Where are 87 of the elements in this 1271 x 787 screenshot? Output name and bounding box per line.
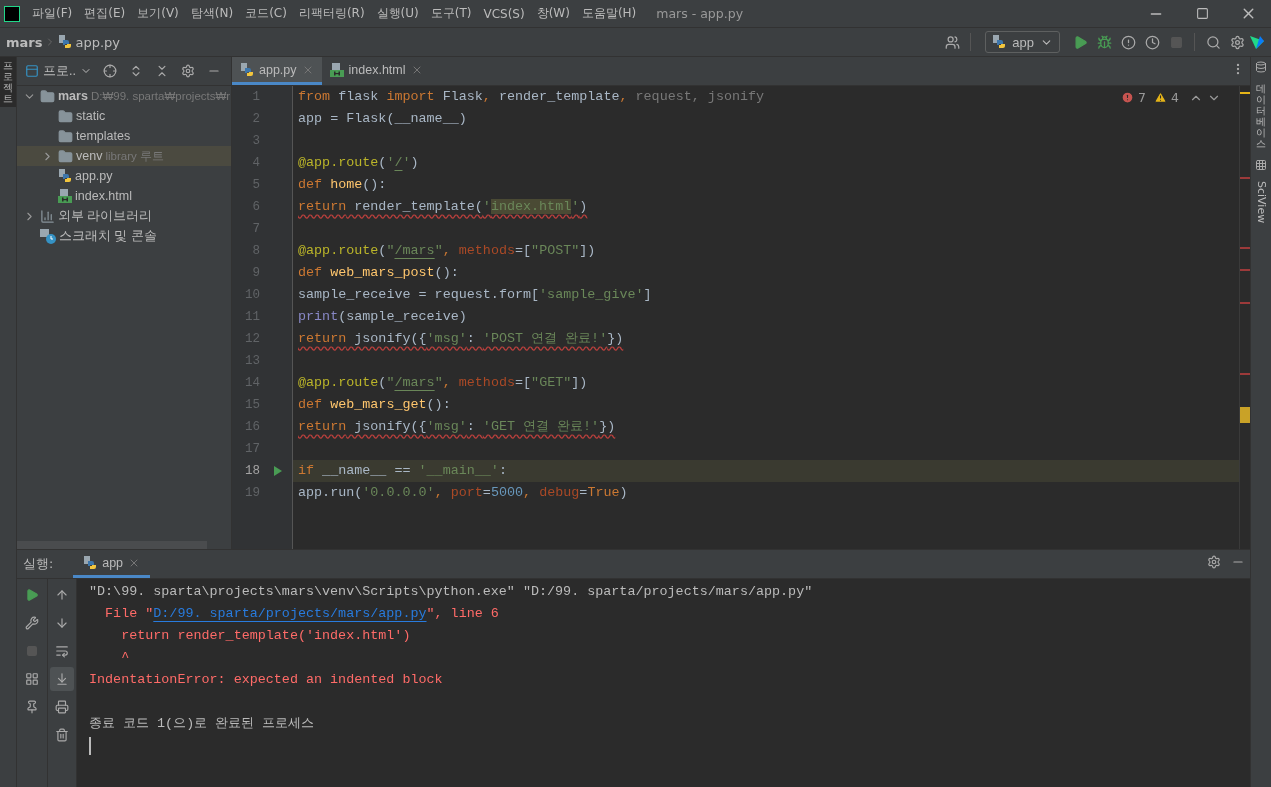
folder-icon [40,88,55,104]
code-line: @app.route('/') [297,154,419,172]
tree-label: 외부 라이브러리 [58,207,153,225]
python-file-icon [58,169,72,183]
tree-item[interactable]: 스크래치 및 콘솔 [17,226,231,246]
warning-count[interactable]: 4 [1171,90,1179,105]
menu-item[interactable]: 파일(F) [26,5,79,22]
error-icon[interactable] [1121,91,1135,104]
app-logo [4,5,20,22]
menu-item[interactable]: 리팩터링(R) [292,5,371,22]
run-config-dropdown[interactable]: app [985,31,1060,53]
breadcrumb-item[interactable]: mars [6,34,43,50]
console-line: ^ [120,649,131,667]
scratch-icon [40,228,56,244]
maximize-icon[interactable] [1195,7,1209,20]
sciview-tool-tab[interactable]: SciView [1254,177,1268,228]
warning-icon[interactable] [1154,91,1168,104]
console-line: IndentationError: expected an indented block [89,671,444,689]
tree-label: templates [76,129,131,143]
menu-item[interactable]: 코드(C) [239,5,293,22]
folder-icon [58,108,73,124]
menu-item[interactable]: 탐색(N) [184,5,240,22]
code-line: def web_mars_post(): [297,264,459,282]
console-line: return render_template('index.html') [120,627,412,645]
scrollbar[interactable] [17,541,207,549]
python-file-icon [992,35,1007,49]
menu-item[interactable]: 창(W) [530,5,576,22]
code-line: from flask import Flask, render_template, request, jsonify [297,88,765,106]
window-icon[interactable] [25,64,39,78]
code-line: return jsonify({'msg': 'POST 연결 완료!'}) [297,330,624,348]
tree-item[interactable]: templates [17,126,231,146]
code-line: def web_mars_get(): [297,396,451,414]
line-number: 18 [244,464,260,478]
code-line: print(sample_receive) [297,308,467,326]
menu-item[interactable]: 도구(T) [424,5,478,22]
code-line: return jsonify({'msg': 'GET 연결 완료!'}) [297,418,616,436]
scroll-to-end-icon[interactable] [50,667,74,691]
tree-label: venv [76,149,103,163]
folder-icon [58,128,73,144]
html-file-icon [329,62,344,77]
tree-item[interactable]: mars D:₩99. sparta₩projects₩r [17,86,231,106]
tree-label: mars [58,89,88,103]
error-count[interactable]: 7 [1138,90,1147,105]
python-file-icon [83,555,98,570]
database-tool-tab[interactable]: 데이터베이스 [1256,79,1266,153]
console-line: File "D:/99. sparta/projects/mars/app.py", line 6 [104,605,500,623]
tree-label: 스크래치 및 콘솔 [59,227,157,245]
tree-label: index.html [75,189,132,203]
text-cursor [89,737,91,755]
folder-icon [58,148,73,164]
code-line: @app.route("/mars", methods=["POST"]) [297,242,596,260]
code-line: if __name__ == '__main__': [297,462,507,480]
menu-item[interactable]: 보기(V) [131,5,185,22]
project-view-dropdown[interactable]: 프로.. [25,62,96,80]
code-line: @app.route("/mars", methods=["GET"]) [297,374,588,392]
tree-item[interactable]: index.html [17,186,231,206]
console-line: "D:\99. sparta\projects\mars\venv\Scripts\python.exe" "D:/99. sparta/projects/mars/app.py" [89,583,814,601]
code-line: return render_template('index.html') [297,198,588,216]
database-icon[interactable] [1255,61,1267,73]
breadcrumb-item[interactable]: app.py [58,34,121,50]
menu-item[interactable]: 실행(U) [370,5,425,22]
project-tool-tab[interactable]: 프로젝트 [0,57,16,107]
tree-label: static [76,109,106,123]
editor-tab[interactable]: index.html [321,57,431,85]
menu-item[interactable]: VCS(S) [477,6,531,21]
console-line: 종료 코드 1(으)로 완료된 프로세스 [89,715,316,733]
menu-item[interactable]: 편집(E) [78,5,132,22]
tree-item[interactable]: app.py [17,166,231,186]
run-panel-label: 실행: [23,554,54,573]
tree-hint: D:₩99. sparta₩projects₩r [90,90,231,102]
tree-item[interactable]: static [17,106,231,126]
python-file-icon [58,35,73,49]
code-line: sample_receive = request.form['sample_give'] [297,286,652,304]
library-icon [40,208,55,224]
html-file-icon [58,189,72,203]
python-file-icon [240,62,254,77]
menu-item[interactable]: 도움말(H) [575,5,643,22]
code-line: app = Flask(__name__) [297,110,467,128]
plugin-logo-icon[interactable] [1249,34,1265,50]
editor-tab[interactable]: app.py [232,57,322,85]
tree-item[interactable]: 외부 라이브러리 [17,206,231,226]
code-line: app.run('0.0.0.0', port=5000, debug=True) [297,484,628,502]
tree-label: app.py [75,169,113,183]
window-title: mars - app.py [656,6,745,21]
run-gutter-icon[interactable] [274,466,282,476]
code-line: def home(): [297,176,387,194]
grid-icon[interactable] [1255,159,1267,171]
